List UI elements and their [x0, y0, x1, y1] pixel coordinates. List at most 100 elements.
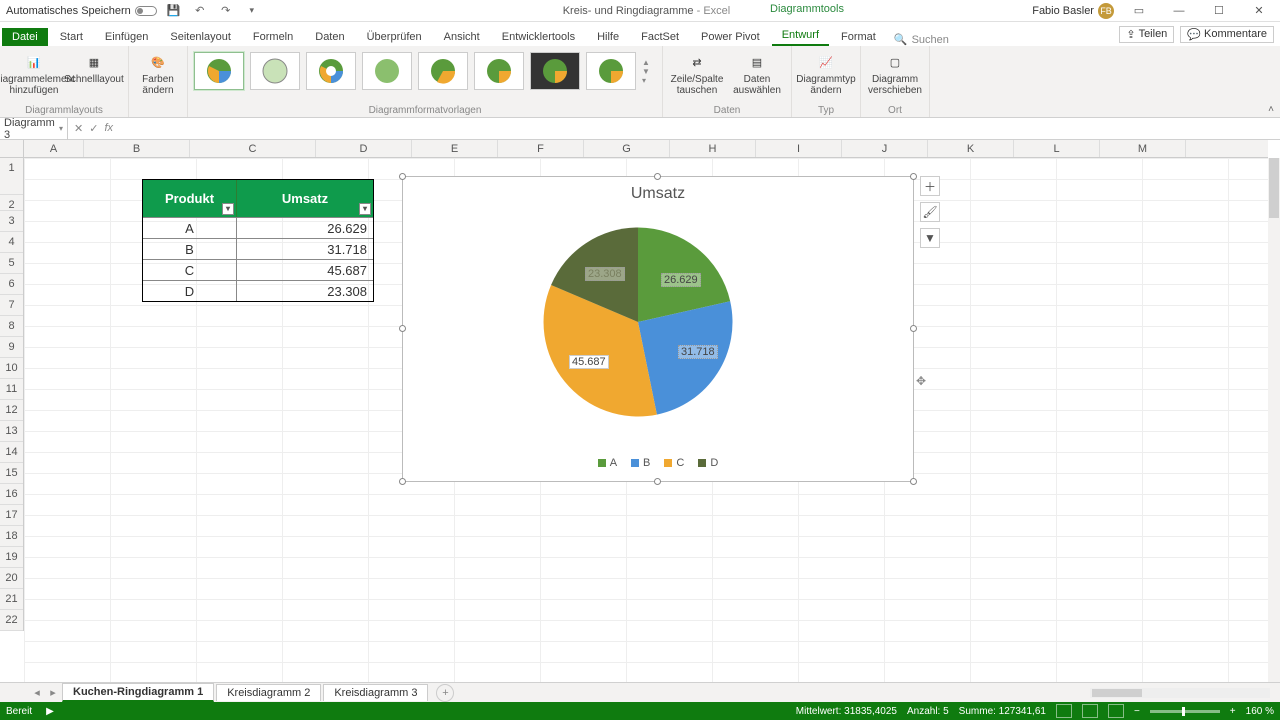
row-header[interactable]: 7	[0, 295, 23, 316]
row-header[interactable]: 10	[0, 358, 23, 379]
row-header[interactable]: 9	[0, 337, 23, 358]
data-label-a[interactable]: 26.629	[661, 273, 701, 287]
resize-handle[interactable]	[399, 173, 406, 180]
collapse-ribbon-icon[interactable]: ˄	[1268, 104, 1274, 115]
sheet-tab[interactable]: Kreisdiagramm 3	[323, 684, 428, 701]
worksheet-grid[interactable]: A B C D E F G H I J K L M 1 2 3 4 5 6 7 …	[0, 140, 1280, 682]
zoom-in-icon[interactable]: +	[1230, 706, 1236, 717]
change-chart-type-button[interactable]: 📈 Diagrammtyp ändern	[798, 48, 854, 98]
minimize-icon[interactable]: —	[1164, 1, 1194, 21]
col-header[interactable]: K	[928, 140, 1014, 157]
col-header[interactable]: C	[190, 140, 316, 157]
tab-factset[interactable]: FactSet	[631, 28, 689, 46]
chevron-down-icon[interactable]: ▾	[59, 124, 63, 133]
cancel-formula-icon[interactable]: ✕	[74, 122, 83, 135]
col-header[interactable]: I	[756, 140, 842, 157]
col-header[interactable]: E	[412, 140, 498, 157]
zoom-slider[interactable]	[1150, 710, 1220, 713]
autosave-switch-icon[interactable]	[135, 6, 157, 16]
resize-handle[interactable]	[910, 478, 917, 485]
chart-styles-button[interactable]: 🖌	[920, 202, 940, 222]
redo-icon[interactable]: ↷	[217, 2, 235, 20]
tab-design[interactable]: Entwurf	[772, 26, 829, 46]
select-data-button[interactable]: ▤ Daten auswählen	[729, 48, 785, 98]
new-sheet-button[interactable]: +	[436, 684, 454, 702]
filter-icon[interactable]: ▾	[359, 203, 371, 215]
quick-layout-button[interactable]: ▦ Schnelllayout	[66, 48, 122, 87]
zoom-out-icon[interactable]: −	[1134, 706, 1140, 717]
formula-input[interactable]	[123, 120, 1280, 138]
row-header[interactable]: 2	[0, 195, 23, 211]
col-header[interactable]: B	[84, 140, 190, 157]
move-chart-button[interactable]: ▢ Diagramm verschieben	[867, 48, 923, 98]
file-tab[interactable]: Datei	[2, 28, 48, 46]
comments-button[interactable]: 💬Kommentare	[1180, 26, 1274, 43]
chart-title[interactable]: Umsatz	[403, 177, 913, 203]
resize-handle[interactable]	[910, 173, 917, 180]
row-header[interactable]: 12	[0, 400, 23, 421]
style-gallery-more[interactable]: ▲▼▾	[642, 52, 656, 90]
row-header[interactable]: 16	[0, 484, 23, 505]
tab-insert[interactable]: Einfügen	[95, 28, 158, 46]
row-header[interactable]: 19	[0, 547, 23, 568]
autosave-toggle[interactable]: Automatisches Speichern	[6, 5, 157, 17]
scrollbar-thumb[interactable]	[1269, 158, 1279, 218]
table-row[interactable]: A26.629	[143, 217, 373, 238]
resize-handle[interactable]	[654, 173, 661, 180]
undo-icon[interactable]: ↶	[191, 2, 209, 20]
fx-icon[interactable]: fx	[104, 122, 113, 135]
table-row[interactable]: D23.308	[143, 280, 373, 301]
resize-handle[interactable]	[399, 478, 406, 485]
normal-view-icon[interactable]	[1056, 704, 1072, 718]
chart-style-7[interactable]	[530, 52, 580, 90]
chart-style-3[interactable]	[306, 52, 356, 90]
row-header[interactable]: 21	[0, 589, 23, 610]
close-icon[interactable]: ✕	[1244, 1, 1274, 21]
col-header[interactable]: M	[1100, 140, 1186, 157]
tab-powerpivot[interactable]: Power Pivot	[691, 28, 770, 46]
name-box[interactable]: Diagramm 3▾	[0, 117, 68, 141]
horizontal-scrollbar[interactable]	[1090, 688, 1270, 698]
data-label-c[interactable]: 45.687	[569, 355, 609, 369]
row-header[interactable]: 17	[0, 505, 23, 526]
chart-style-1[interactable]	[194, 52, 244, 90]
chart-legend[interactable]: A B C D	[403, 457, 913, 469]
page-break-view-icon[interactable]	[1108, 704, 1124, 718]
ribbon-display-options-icon[interactable]: ▭	[1124, 1, 1154, 21]
legend-item[interactable]: B	[631, 457, 650, 469]
sheet-nav-prev-icon[interactable]: ◂	[30, 686, 44, 699]
chart-style-4[interactable]	[362, 52, 412, 90]
chart-elements-button[interactable]: ＋	[920, 176, 940, 196]
table-header-produkt[interactable]: Produkt ▾	[143, 180, 237, 217]
chart-filter-button[interactable]: ▼	[920, 228, 940, 248]
share-button[interactable]: ⇪Teilen	[1119, 26, 1174, 43]
chart-style-8[interactable]	[586, 52, 636, 90]
col-header[interactable]: G	[584, 140, 670, 157]
sheet-nav-next-icon[interactable]: ▸	[46, 686, 60, 699]
row-header[interactable]: 6	[0, 274, 23, 295]
col-header[interactable]: D	[316, 140, 412, 157]
resize-handle[interactable]	[399, 325, 406, 332]
tab-help[interactable]: Hilfe	[587, 28, 629, 46]
qat-customize-icon[interactable]: ▾	[243, 2, 261, 20]
page-layout-view-icon[interactable]	[1082, 704, 1098, 718]
row-header[interactable]: 14	[0, 442, 23, 463]
enter-formula-icon[interactable]: ✓	[89, 122, 98, 135]
chart-style-5[interactable]	[418, 52, 468, 90]
tab-format[interactable]: Format	[831, 28, 886, 46]
pie-chart[interactable]: 26.629 31.718 45.687 23.308	[533, 217, 743, 427]
tab-view[interactable]: Ansicht	[434, 28, 490, 46]
chart-style-2[interactable]	[250, 52, 300, 90]
sheet-tab[interactable]: Kuchen-Ringdiagramm 1	[62, 683, 214, 702]
tell-me-search[interactable]: 🔍 Suchen	[894, 33, 949, 46]
col-header[interactable]: F	[498, 140, 584, 157]
legend-item[interactable]: C	[664, 457, 684, 469]
tab-review[interactable]: Überprüfen	[357, 28, 432, 46]
row-header[interactable]: 11	[0, 379, 23, 400]
row-header[interactable]: 8	[0, 316, 23, 337]
change-colors-button[interactable]: 🎨 Farben ändern	[135, 48, 181, 98]
zoom-level[interactable]: 160 %	[1246, 706, 1274, 717]
row-headers[interactable]: 1 2 3 4 5 6 7 8 9 10 11 12 13 14 15 16 1…	[0, 158, 24, 631]
data-table[interactable]: Produkt ▾ Umsatz ▾ A26.629 B31.718 C45.6…	[142, 179, 374, 302]
legend-item[interactable]: D	[698, 457, 718, 469]
